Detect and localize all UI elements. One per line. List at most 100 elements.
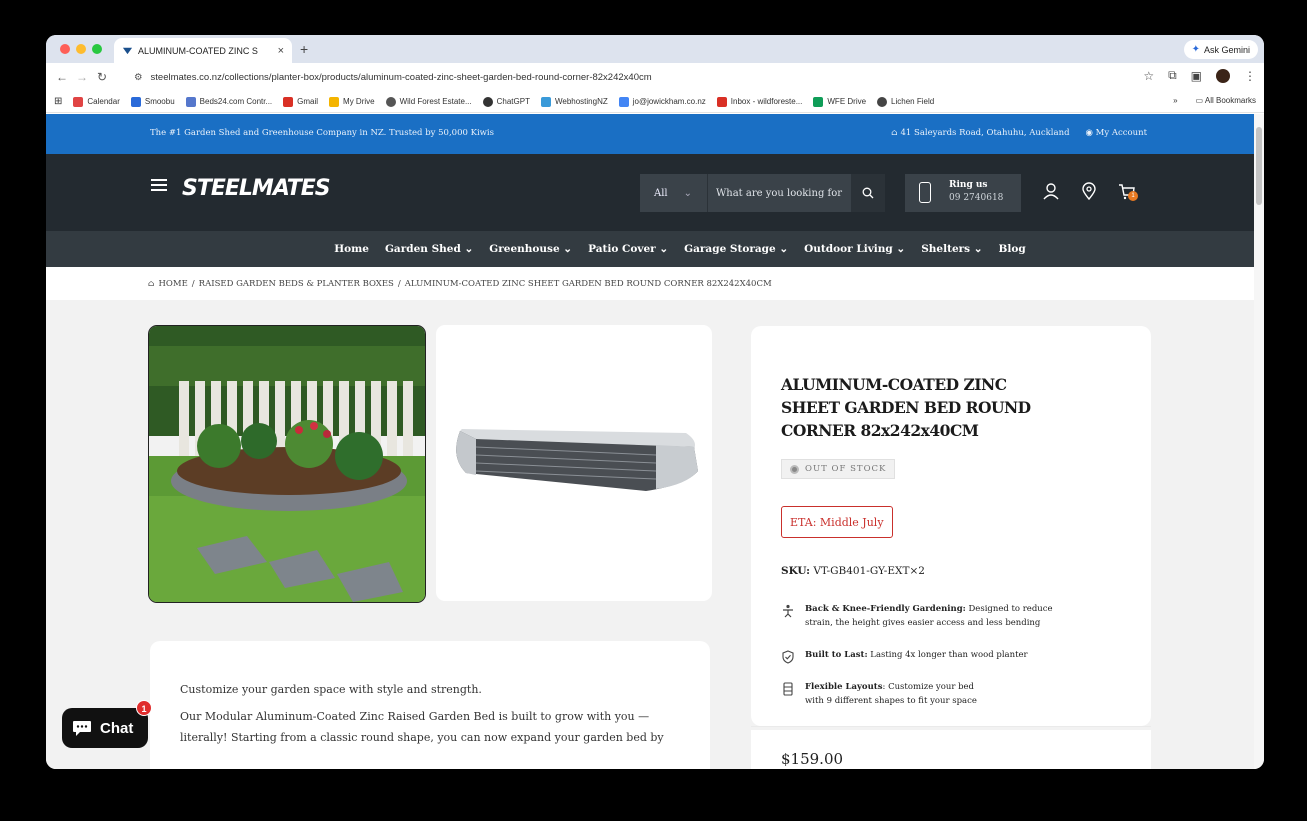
beds24-icon: [185, 96, 196, 107]
apps-grid-icon[interactable]: ⊞: [54, 96, 62, 107]
minimize-window-button[interactable]: [76, 44, 86, 54]
site-settings-icon[interactable]: ⚙: [134, 72, 143, 83]
bookmark-label: WebhostingNZ: [554, 97, 608, 106]
gmail-icon: [716, 96, 727, 107]
search-category-select[interactable]: All ⌄: [640, 174, 708, 212]
tab-close-icon[interactable]: ×: [278, 45, 284, 57]
nav-home[interactable]: Home: [334, 243, 369, 255]
my-account-link[interactable]: ◉ My Account: [1086, 128, 1147, 138]
browser-window: ALUMINUM-COATED ZINC S × + ✦ Ask Gemini …: [46, 35, 1264, 769]
bookmark-inbox[interactable]: Inbox - wildforeste...: [716, 96, 802, 107]
bookmark-jowickham[interactable]: jo@jowickham.co.nz: [618, 96, 706, 107]
page-scrollbar[interactable]: [1254, 114, 1264, 769]
chat-label: Chat: [100, 719, 134, 737]
bookmark-label: Smoobu: [144, 97, 175, 106]
wild-forest-icon: [385, 96, 396, 107]
url-bar[interactable]: ⚙ steelmates.co.nz/collections/planter-b…: [126, 66, 1126, 88]
bookmark-label: WFE Drive: [827, 97, 867, 106]
nav-garden-shed[interactable]: Garden Shed ⌄: [385, 243, 473, 255]
bookmark-lichen-field[interactable]: Lichen Field: [877, 96, 934, 107]
bookmark-my-drive[interactable]: My Drive: [329, 96, 375, 107]
announcement-bar: The #1 Garden Shed and Greenhouse Compan…: [46, 114, 1254, 154]
bookmark-wild-forest[interactable]: Wild Forest Estate...: [385, 96, 472, 107]
calendar-icon: [73, 96, 84, 107]
bookmark-calendar[interactable]: Calendar: [73, 96, 120, 107]
nav-patio-cover[interactable]: Patio Cover ⌄: [588, 243, 668, 255]
back-icon[interactable]: ←: [52, 70, 72, 84]
product-image-main[interactable]: [148, 325, 426, 603]
tab-active[interactable]: ALUMINUM-COATED ZINC S ×: [114, 38, 292, 63]
scrollbar-thumb[interactable]: [1256, 127, 1262, 205]
bookmark-star-icon[interactable]: ☆: [1143, 69, 1154, 83]
stock-status-badge: OUT OF STOCK: [781, 459, 896, 479]
smoobu-icon: [130, 96, 141, 107]
nav-shelters[interactable]: Shelters ⌄: [921, 243, 982, 255]
new-tab-button[interactable]: +: [300, 41, 308, 57]
ask-gemini-button[interactable]: ✦ Ask Gemini: [1183, 40, 1258, 59]
product-image-alt[interactable]: [436, 325, 712, 601]
hamburger-menu-icon[interactable]: [151, 179, 167, 191]
feature-text: Flexible Layouts: Customize your bed wit…: [805, 680, 977, 708]
profile-avatar[interactable]: [1216, 68, 1230, 83]
location-pin-icon[interactable]: [1080, 182, 1098, 200]
webhosting-icon: [540, 96, 551, 107]
forward-icon[interactable]: →: [72, 70, 92, 84]
bookmark-gmail[interactable]: Gmail: [283, 96, 319, 107]
nav-blog[interactable]: Blog: [999, 243, 1026, 255]
nav-garage-storage[interactable]: Garage Storage ⌄: [684, 243, 788, 255]
reload-icon[interactable]: ↻: [92, 70, 112, 84]
web-page: The #1 Garden Shed and Greenhouse Compan…: [46, 114, 1254, 769]
feature-text: Built to Last: Lasting 4x longer than wo…: [805, 648, 1028, 664]
all-bookmarks-button[interactable]: ▭ All Bookmarks: [1196, 96, 1256, 105]
bookmark-label: My Drive: [343, 97, 375, 106]
url-text: steelmates.co.nz/collections/planter-box…: [150, 71, 652, 83]
bookmark-wfe-drive[interactable]: WFE Drive: [813, 96, 867, 107]
breadcrumb-home[interactable]: HOME: [159, 279, 188, 289]
store-icon: ⌂: [891, 128, 901, 138]
bookmark-webhostingnz[interactable]: WebhostingNZ: [540, 96, 608, 107]
bookmark-label: ChatGPT: [496, 97, 530, 106]
breadcrumb: ⌂ HOME / RAISED GARDEN BEDS & PLANTER BO…: [46, 267, 1254, 300]
ring-us-label: Ring us: [949, 180, 988, 190]
store-address-link[interactable]: ⌂ 41 Saleyards Road, Otahuhu, Auckland: [891, 128, 1069, 138]
search-input[interactable]: What are you looking for: [708, 188, 851, 199]
shield-check-icon: [782, 650, 794, 664]
bookmark-smoobu[interactable]: Smoobu: [130, 96, 175, 107]
feature-back-knee: Back & Knee-Friendly Gardening: Designed…: [781, 602, 1053, 630]
bookmarks-right: » ▭ All Bookmarks: [1173, 96, 1256, 105]
toolbar-right: ☆ ⧉ ▣ ⋮: [1143, 68, 1256, 83]
user-icon[interactable]: [1042, 182, 1060, 200]
product-title: ALUMINUM-COATED ZINC SHEET GARDEN BED RO…: [781, 375, 1031, 440]
price-section: $159.00: [751, 730, 1151, 769]
reading-list-icon[interactable]: ▣: [1191, 69, 1202, 83]
feature-text: Back & Knee-Friendly Gardening: Designed…: [805, 602, 1053, 630]
search-button[interactable]: [851, 174, 885, 212]
tab-title: ALUMINUM-COATED ZINC S: [138, 45, 258, 56]
maximize-window-button[interactable]: [92, 44, 102, 54]
description-body: Our Modular Aluminum-Coated Zinc Raised …: [180, 710, 664, 744]
extensions-icon[interactable]: ⧉: [1168, 68, 1177, 83]
stock-status-label: OUT OF STOCK: [805, 464, 887, 474]
bookmark-beds24[interactable]: Beds24.com Contr...: [185, 96, 272, 107]
chat-bubble-icon: [73, 721, 91, 736]
steelmates-logo[interactable]: STEELMATES: [182, 176, 331, 201]
all-bookmarks-label: All Bookmarks: [1204, 96, 1256, 105]
bookmark-label: Gmail: [297, 97, 319, 106]
tab-strip: ALUMINUM-COATED ZINC S × + ✦ Ask Gemini: [46, 35, 1264, 63]
garden-bed-photo: [149, 326, 425, 602]
sku-value: VT-GB401-GY-EXT×2: [813, 565, 925, 577]
menu-dots-icon[interactable]: ⋮: [1244, 69, 1256, 83]
product-description: Customize your garden space with style a…: [150, 641, 710, 769]
bookmark-chatgpt[interactable]: ChatGPT: [482, 96, 530, 107]
close-window-button[interactable]: [60, 44, 70, 54]
announcement-right: ⌂ 41 Saleyards Road, Otahuhu, Auckland ◉…: [891, 128, 1147, 138]
chat-widget-button[interactable]: Chat 1: [62, 700, 152, 748]
nav-outdoor-living[interactable]: Outdoor Living ⌄: [804, 243, 905, 255]
ring-us-button[interactable]: Ring us 09 2740618: [905, 174, 1021, 212]
nav-greenhouse[interactable]: Greenhouse ⌄: [489, 243, 572, 255]
drive-icon: [329, 96, 340, 107]
cart-button[interactable]: 1: [1118, 182, 1138, 201]
breadcrumb-category[interactable]: RAISED GARDEN BEDS & PLANTER BOXES: [199, 279, 394, 289]
bookmarks-overflow-button[interactable]: »: [1173, 96, 1177, 105]
main-nav: Home Garden Shed ⌄ Greenhouse ⌄ Patio Co…: [46, 231, 1254, 267]
